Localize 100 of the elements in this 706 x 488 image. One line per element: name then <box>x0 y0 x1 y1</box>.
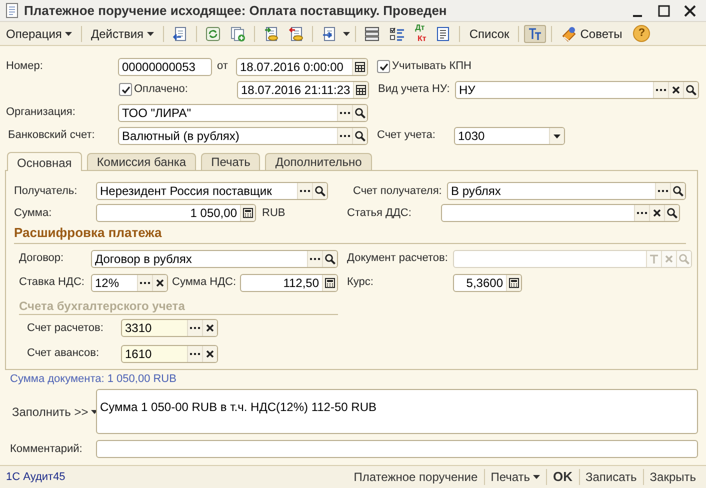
field-value: 18.07.2016 0:00:00 <box>239 58 344 74</box>
check-icon <box>120 84 130 94</box>
clear-button[interactable] <box>202 346 217 362</box>
copy-icon[interactable] <box>230 26 246 42</box>
field-value: В рублях <box>450 183 502 199</box>
help-button[interactable]: ? <box>633 25 650 42</box>
tax-type-field[interactable]: НУ <box>455 80 699 98</box>
calculator-icon <box>324 276 336 288</box>
field-label: Учитывать КПН <box>392 59 472 74</box>
checkbox[interactable] <box>377 60 390 73</box>
action-button[interactable]: Платежное поручение <box>348 468 484 486</box>
filter-toggle[interactable] <box>524 24 546 42</box>
close-icon <box>663 252 675 264</box>
calendar-button[interactable] <box>353 82 368 98</box>
contract-field[interactable]: Договор в рублях <box>91 250 338 268</box>
search-button[interactable] <box>670 183 685 199</box>
tab[interactable]: Комиссия банка <box>86 153 196 170</box>
calendar-icon <box>355 84 367 96</box>
document-total: Сумма документа: 1 050,00 RUB <box>10 372 178 387</box>
select-button[interactable] <box>307 250 322 266</box>
field-value: Договор в рублях <box>94 250 193 266</box>
rate-field[interactable]: 5,3600 <box>453 274 522 292</box>
user-label: 1С Аудит45 <box>6 470 66 485</box>
field-value: 112,50 <box>282 274 320 290</box>
ledger-button[interactable]: Дт Кт <box>410 23 430 44</box>
calculator-button[interactable] <box>240 205 255 221</box>
clear-button[interactable] <box>202 320 217 336</box>
date-field[interactable]: 18.07.2016 21:11:23 <box>237 80 369 98</box>
search-button[interactable] <box>322 250 337 266</box>
select-button[interactable] <box>337 128 352 144</box>
search-icon <box>672 185 684 197</box>
rows-icon[interactable] <box>364 26 380 42</box>
select-button[interactable] <box>187 320 202 336</box>
search-button[interactable] <box>352 128 367 144</box>
number-field[interactable]: 00000000053 <box>118 58 212 76</box>
caret-icon <box>64 32 72 36</box>
caret-icon <box>146 32 154 36</box>
checkbox[interactable] <box>119 83 132 96</box>
amount-field[interactable]: 1 050,00 <box>96 204 256 222</box>
checklist-icon[interactable] <box>388 26 405 42</box>
search-button[interactable] <box>683 82 698 98</box>
book-icon <box>561 26 578 42</box>
search-button[interactable] <box>352 104 367 120</box>
tab[interactable]: Дополнительно <box>265 153 372 170</box>
select-button[interactable] <box>634 205 649 221</box>
action-button[interactable]: OK <box>547 467 578 487</box>
cash-flow-field[interactable] <box>441 204 680 222</box>
select-button[interactable] <box>337 104 352 120</box>
calculator-button[interactable] <box>322 274 337 290</box>
calculator-icon <box>508 276 520 288</box>
tab[interactable]: Основная <box>7 152 82 171</box>
comment-field[interactable] <box>96 440 698 458</box>
search-button[interactable] <box>664 205 679 221</box>
document-coins-icon[interactable] <box>262 26 279 42</box>
date-field[interactable]: 18.07.2016 0:00:00 <box>236 58 368 76</box>
select-button[interactable] <box>297 183 312 199</box>
menu-button[interactable]: Действия <box>86 24 158 44</box>
search-icon <box>354 106 366 118</box>
organization-field[interactable]: ТОО "ЛИРА" <box>118 104 368 122</box>
recipient-account-field[interactable]: В рублях <box>447 182 686 200</box>
account-field[interactable]: 1610 <box>121 344 218 362</box>
action-button[interactable]: Записать <box>580 468 643 486</box>
recipient-field[interactable]: Нерезидент Россия поставщик <box>96 182 328 200</box>
field-label: Счет учета: <box>377 128 436 144</box>
field-value: 1 050,00 <box>189 205 238 221</box>
tips-button[interactable]: Советы <box>557 24 626 44</box>
caret-icon <box>533 475 540 479</box>
action-button[interactable]: Закрыть <box>644 468 702 486</box>
clear-button[interactable] <box>649 205 664 221</box>
menu-button[interactable]: Печать <box>484 468 546 486</box>
clear-button[interactable] <box>668 82 683 98</box>
account-field[interactable]: 3310 <box>121 319 218 337</box>
select-button[interactable] <box>137 274 152 290</box>
select-button[interactable] <box>655 183 670 199</box>
vat-rate-field[interactable]: 12% <box>91 274 168 292</box>
select-button[interactable] <box>187 346 202 362</box>
field-label: Счет расчетов: <box>27 320 104 336</box>
list-button[interactable]: Список <box>465 24 514 44</box>
search-button[interactable] <box>312 183 327 199</box>
clear-button[interactable] <box>152 274 167 290</box>
field-label: Договор: <box>19 251 65 266</box>
document-coins-icon[interactable] <box>288 26 304 42</box>
caret-icon[interactable] <box>342 32 350 36</box>
bank-account-field[interactable]: Валютный (в рублях) <box>118 126 368 144</box>
letter-t-icon <box>648 252 660 264</box>
calculator-icon <box>242 207 254 219</box>
report-icon[interactable] <box>435 26 452 42</box>
refresh-icon[interactable] <box>204 26 221 42</box>
purpose-field[interactable]: Сумма 1 050-00 RUB в т.ч. НДС(12%) 112-50 RUB <box>96 389 698 434</box>
dropdown-button[interactable] <box>549 128 564 144</box>
maximize-icon[interactable] <box>658 4 670 16</box>
tab[interactable]: Печать <box>201 153 260 170</box>
close-icon[interactable] <box>684 4 696 16</box>
vat-amount-field[interactable]: 112,50 <box>240 274 338 292</box>
account-select[interactable]: 1030 <box>454 126 565 144</box>
calendar-button[interactable] <box>352 58 367 74</box>
menu-button[interactable]: Операция <box>2 24 76 44</box>
field-label: Получатель: <box>14 184 78 199</box>
calculator-button[interactable] <box>506 274 521 290</box>
select-button[interactable] <box>653 82 668 98</box>
